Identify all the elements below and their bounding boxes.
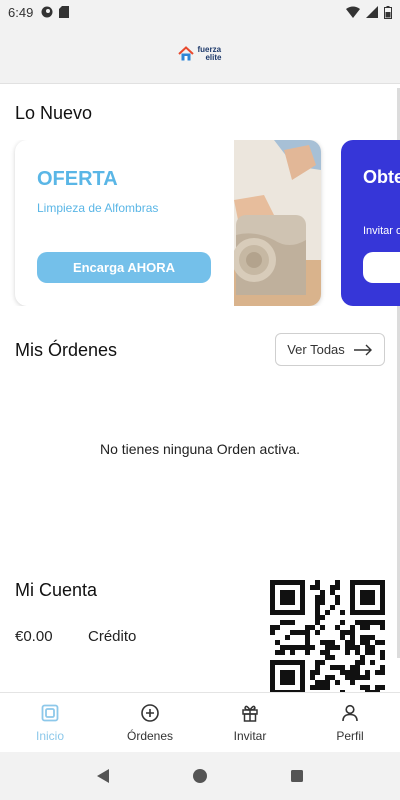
carpet-photo <box>234 140 321 306</box>
order-now-button[interactable]: Encarga AHORA <box>37 252 211 283</box>
app-notification-icon <box>41 6 53 18</box>
logo-text-line2: elite <box>205 52 222 62</box>
nav-item-perfil[interactable]: Perfil <box>300 693 400 752</box>
app-header: fuerza elite <box>0 24 400 84</box>
home-circle-icon[interactable] <box>192 768 208 784</box>
status-bar: 6:49 <box>0 0 400 24</box>
credit-label: Crédito <box>88 628 137 645</box>
bottom-navigation: Inicio Órdenes Invitar Perfil <box>0 692 400 752</box>
person-icon <box>342 704 358 722</box>
system-navigation-bar <box>0 752 400 800</box>
empty-orders-message: No tienes ninguna Orden activa. <box>99 441 300 457</box>
promo-subtitle: Limpieza de Alfombras <box>37 201 159 215</box>
plus-circle-icon <box>141 704 159 722</box>
app-logo: fuerza elite <box>178 45 222 62</box>
nav-item-invitar[interactable]: Invitar <box>200 693 300 752</box>
promo-card-invite[interactable]: Obte Grat Invitar obtene <box>341 140 400 306</box>
promo2-subtitle: Invitar obtene <box>363 225 400 237</box>
view-all-orders-button[interactable]: Ver Todas <box>275 333 385 366</box>
nav-item-ordenes[interactable]: Órdenes <box>100 693 200 752</box>
qr-code[interactable] <box>270 580 385 692</box>
account-section-title: Mi Cuenta <box>15 580 98 600</box>
orders-section-title: Mis Órdenes <box>15 340 118 360</box>
nav-label-ordenes: Órdenes <box>126 729 174 743</box>
status-time: 6:49 <box>8 4 34 20</box>
promo-card-offer[interactable]: OFERTA Limpieza de Alfombras Encarga AHO… <box>15 140 321 306</box>
nav-label-perfil: Perfil <box>336 729 364 743</box>
battery-icon <box>384 5 392 19</box>
balance-amount: €0.00 <box>15 628 53 645</box>
nav-label-inicio: Inicio <box>35 729 64 743</box>
house-logo-icon <box>178 45 195 60</box>
nav-item-inicio[interactable]: Inicio <box>0 693 100 752</box>
arrow-right-icon <box>353 344 372 355</box>
new-section-title: Lo Nuevo <box>15 103 93 123</box>
home-icon <box>41 704 59 722</box>
view-all-label: Ver Todas <box>287 342 345 357</box>
promo2-title: Obte Grat <box>363 167 400 187</box>
sd-card-icon <box>59 6 70 18</box>
signal-icon <box>366 6 378 18</box>
nav-label-invitar: Invitar <box>233 729 267 743</box>
promo-title: OFERTA <box>37 168 118 190</box>
recents-icon[interactable] <box>289 768 305 784</box>
gift-icon <box>242 705 258 722</box>
back-icon[interactable] <box>95 768 111 784</box>
invite-button[interactable] <box>363 252 400 283</box>
promo-carousel[interactable]: OFERTA Limpieza de Alfombras Encarga AHO… <box>0 140 400 306</box>
wifi-icon <box>346 6 360 18</box>
